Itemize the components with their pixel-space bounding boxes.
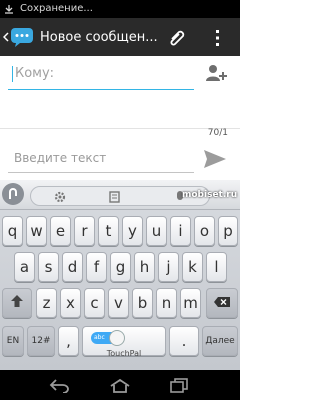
touchpal-logo-icon[interactable] — [2, 183, 24, 205]
keyboard-toolbar: mobiset.ru — [0, 180, 240, 210]
watermark: mobiset.ru — [182, 190, 238, 200]
key-r[interactable]: r — [74, 216, 95, 246]
key-k[interactable]: k — [182, 252, 203, 282]
download-icon — [0, 0, 18, 18]
settings-icon[interactable] — [52, 189, 68, 203]
key-t[interactable]: t — [98, 216, 119, 246]
symbols-label: 12# — [31, 336, 51, 346]
home-icon[interactable] — [108, 377, 132, 393]
key-a[interactable]: a — [14, 252, 35, 282]
space-label: TouchPal — [106, 349, 142, 358]
attach-icon[interactable] — [166, 27, 188, 49]
page-title: Новое сообщен... — [40, 29, 158, 45]
key-d[interactable]: d — [62, 252, 83, 282]
status-text: Сохранение... — [20, 3, 93, 14]
overflow-menu-icon[interactable] — [214, 28, 222, 48]
key-x[interactable]: x — [60, 288, 81, 318]
enter-key[interactable]: Далее — [202, 326, 238, 356]
add-contact-icon[interactable] — [204, 62, 228, 86]
messaging-app-icon[interactable] — [10, 25, 34, 49]
soft-keyboard: mobiset.ru q w e r t y u i o p a s d f g… — [0, 180, 240, 370]
key-c[interactable]: c — [84, 288, 105, 318]
back-icon[interactable] — [48, 377, 72, 394]
key-l[interactable]: l — [206, 252, 227, 282]
backspace-icon — [213, 294, 231, 312]
key-m[interactable]: m — [180, 288, 201, 318]
comma-key[interactable]: , — [58, 326, 79, 356]
key-w[interactable]: w — [26, 216, 47, 246]
key-n[interactable]: n — [156, 288, 177, 318]
backspace-key[interactable] — [206, 288, 238, 318]
action-bar: Новое сообщен... — [0, 18, 240, 56]
key-o[interactable]: o — [194, 216, 215, 246]
symbols-key[interactable]: 12# — [27, 326, 55, 356]
key-e[interactable]: e — [50, 216, 71, 246]
compose-divider — [0, 128, 240, 129]
key-i[interactable]: i — [170, 216, 191, 246]
key-j[interactable]: j — [158, 252, 179, 282]
key-p[interactable]: p — [218, 216, 238, 246]
key-g[interactable]: g — [110, 252, 131, 282]
recipient-input[interactable]: Кому: — [8, 62, 194, 90]
shift-icon — [10, 294, 24, 312]
key-z[interactable]: z — [36, 288, 57, 318]
language-label: EN — [6, 336, 20, 346]
edit-icon[interactable] — [108, 189, 124, 203]
send-icon[interactable] — [202, 148, 228, 170]
key-h[interactable]: h — [134, 252, 155, 282]
back-chevron-icon[interactable] — [2, 18, 10, 56]
status-bar: Сохранение... — [0, 0, 240, 18]
key-q[interactable]: q — [2, 216, 23, 246]
key-f[interactable]: f — [86, 252, 107, 282]
message-input[interactable]: Введите текст — [8, 145, 194, 173]
key-b[interactable]: b — [132, 288, 153, 318]
shift-key[interactable] — [2, 288, 32, 318]
key-y[interactable]: y — [122, 216, 143, 246]
navigation-bar — [0, 370, 240, 400]
text-cursor — [12, 66, 13, 82]
key-u[interactable]: u — [146, 216, 167, 246]
character-counter: 70/1 — [207, 128, 228, 138]
enter-label: Далее — [205, 336, 235, 346]
message-placeholder: Введите текст — [14, 151, 107, 165]
period-key[interactable]: . — [169, 326, 199, 356]
key-s[interactable]: s — [38, 252, 59, 282]
space-key[interactable]: abc TouchPal — [82, 326, 166, 358]
language-key[interactable]: EN — [2, 326, 24, 356]
toggle-knob — [109, 330, 125, 346]
key-v[interactable]: v — [108, 288, 129, 318]
recent-apps-icon[interactable] — [168, 377, 192, 393]
recipient-placeholder: Кому: — [15, 66, 55, 81]
